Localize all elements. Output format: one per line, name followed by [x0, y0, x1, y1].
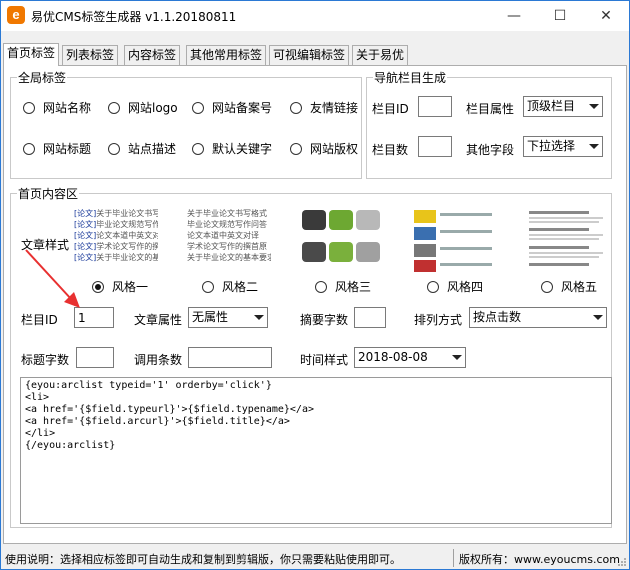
- global-tags-legend: 全局标签: [18, 71, 67, 85]
- radio-style-5[interactable]: 风格五: [541, 278, 597, 295]
- car-image-icon: [302, 210, 326, 230]
- minimize-button[interactable]: —: [491, 1, 537, 31]
- nav-count-label: 栏目数: [372, 143, 409, 157]
- call-count-label: 调用条数: [134, 353, 183, 367]
- usage-instructions: 使用说明：选择相应标签即可自动生成和复制到剪辑版，你只需要粘贴使用即可。: [5, 553, 401, 566]
- radio-style-3[interactable]: 风格三: [315, 278, 371, 295]
- style-preview-5: [526, 208, 606, 274]
- chevron-down-icon: [448, 348, 465, 367]
- status-divider: [453, 549, 454, 567]
- call-count-input[interactable]: [188, 347, 272, 368]
- tab-list[interactable]: 列表标签: [62, 45, 119, 65]
- title-length-label: 标题字数: [21, 353, 70, 367]
- title-bar: e 易优CMS标签生成器 v1.1.20180811 — ☐ ✕: [1, 1, 629, 31]
- status-bar: 使用说明：选择相应标签即可自动生成和复制到剪辑版，你只需要粘贴使用即可。 版权所…: [1, 547, 629, 569]
- nav-generator-group: 导航栏目生成: [366, 69, 612, 179]
- style-preview-2: 关于毕业论文书写格式 毕业论文规范写作问答 论文本道中英文对译 学术论文写作的撰…: [187, 208, 271, 274]
- close-button[interactable]: ✕: [583, 1, 629, 31]
- car-image-icon: [302, 242, 326, 262]
- radio-site-title[interactable]: 网站标题: [23, 140, 91, 157]
- chevron-down-icon: [250, 308, 267, 327]
- radio-site-icp[interactable]: 网站备案号: [192, 99, 272, 116]
- radio-site-description[interactable]: 站点描述: [108, 140, 176, 157]
- radio-friend-links[interactable]: 友情链接: [290, 99, 358, 116]
- car-image-icon: [356, 242, 380, 262]
- resize-grip-icon[interactable]: [617, 557, 627, 567]
- app-window: e 易优CMS标签生成器 v1.1.20180811 — ☐ ✕ 首页标签 列表…: [0, 0, 630, 570]
- time-format-select[interactable]: 2018-08-08: [354, 347, 466, 368]
- radio-style-1[interactable]: 风格一: [92, 278, 148, 295]
- tab-other[interactable]: 其他常用标签: [186, 45, 267, 65]
- car-image-icon: [329, 210, 353, 230]
- nav-catid-input[interactable]: [418, 96, 452, 117]
- window-title: 易优CMS标签生成器 v1.1.20180811: [31, 10, 237, 24]
- nav-other-label: 其他字段: [466, 143, 515, 157]
- nav-catid-label: 栏目ID: [372, 102, 409, 116]
- nav-count-input[interactable]: [418, 136, 452, 157]
- content-area-legend: 首页内容区: [18, 187, 79, 201]
- summary-length-input[interactable]: [354, 307, 386, 328]
- radio-site-copyright[interactable]: 网站版权: [290, 140, 358, 157]
- article-attr-label: 文章属性: [134, 313, 183, 327]
- tab-about[interactable]: 关于易优: [352, 45, 409, 65]
- summary-length-label: 摘要字数: [300, 313, 349, 327]
- chevron-down-icon: [585, 97, 602, 116]
- maximize-button[interactable]: ☐: [537, 1, 583, 31]
- nav-generator-legend: 导航栏目生成: [374, 71, 447, 85]
- radio-site-name[interactable]: 网站名称: [23, 99, 91, 116]
- global-tags-group: 全局标签: [10, 69, 362, 179]
- radio-style-2[interactable]: 风格二: [202, 278, 258, 295]
- car-image-icon: [356, 210, 380, 230]
- tab-home[interactable]: 首页标签: [3, 43, 60, 66]
- order-select[interactable]: 按点击数: [469, 307, 607, 328]
- radio-site-logo[interactable]: 网站logo: [108, 99, 178, 116]
- style-preview-4: [412, 208, 496, 274]
- tab-content[interactable]: 内容标签: [124, 45, 181, 65]
- copyright-text: 版权所有：www.eyoucms.com: [459, 553, 620, 566]
- app-logo-icon: e: [7, 6, 25, 24]
- tab-panel-home: 全局标签 网站名称 网站logo 网站备案号 友情链接 网站标题 站点描述 默认…: [3, 65, 627, 544]
- chevron-down-icon: [589, 308, 606, 327]
- nav-attr-select[interactable]: 顶级栏目: [523, 96, 603, 117]
- tab-visual-edit[interactable]: 可视编辑标签: [269, 45, 350, 65]
- time-format-label: 时间样式: [300, 353, 349, 367]
- annotation-arrow-icon: [25, 249, 80, 308]
- code-output-textarea[interactable]: {eyou:arclist typeid='1' orderby='click'…: [20, 377, 612, 524]
- nav-other-select[interactable]: 下拉选择: [523, 136, 603, 157]
- radio-style-4[interactable]: 风格四: [427, 278, 483, 295]
- style-preview-3: [300, 208, 382, 274]
- car-image-icon: [329, 242, 353, 262]
- chevron-down-icon: [585, 137, 602, 156]
- nav-attr-label: 栏目属性: [466, 102, 515, 116]
- radio-default-keywords[interactable]: 默认关键字: [192, 140, 272, 157]
- order-label: 排列方式: [414, 313, 463, 327]
- title-length-input[interactable]: [76, 347, 114, 368]
- article-attr-select[interactable]: 无属性: [188, 307, 268, 328]
